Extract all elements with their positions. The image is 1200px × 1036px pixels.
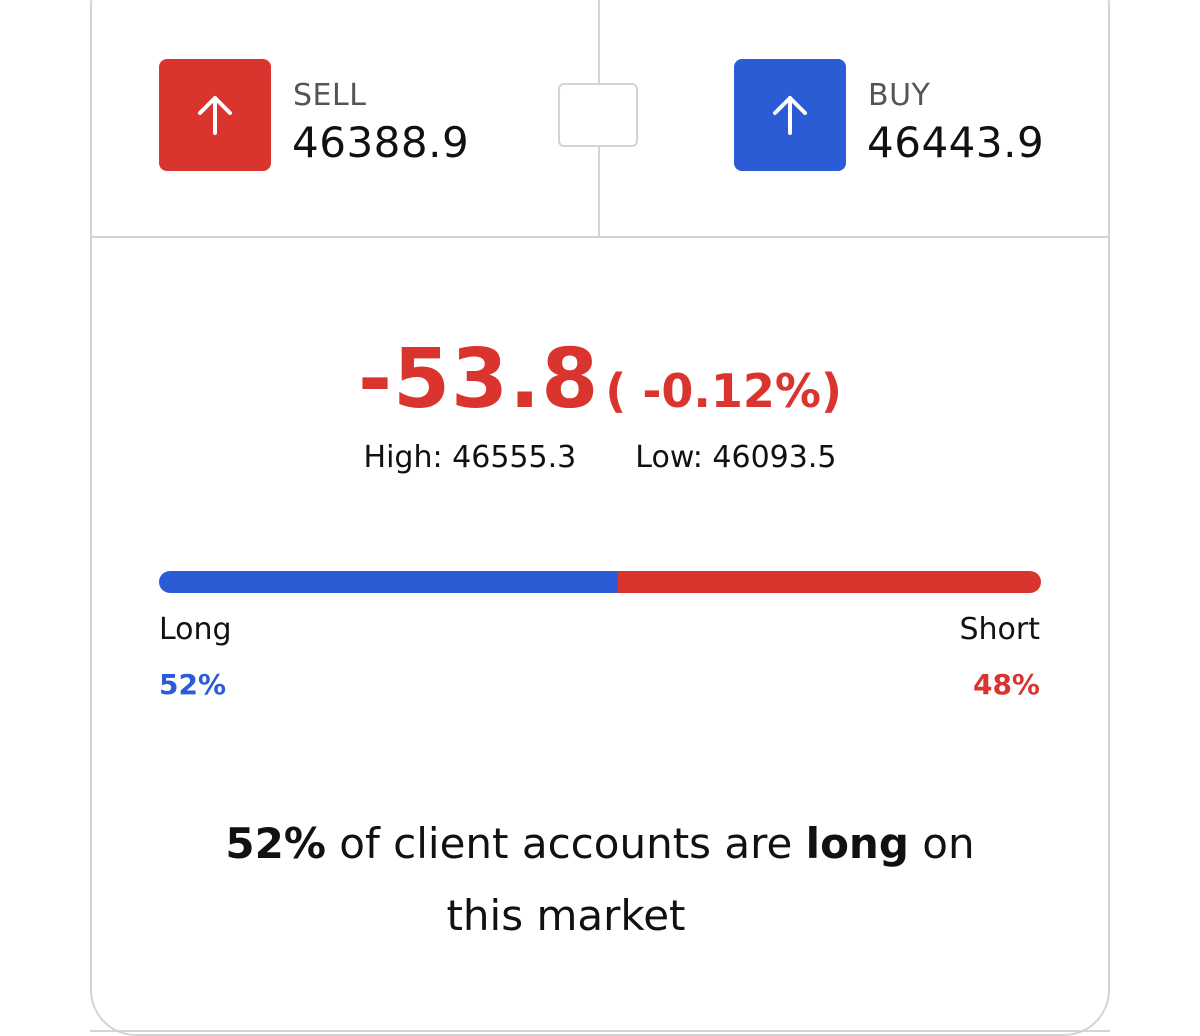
sell-price[interactable]: 46388.9 bbox=[292, 118, 469, 167]
summary-text-before: of client accounts are bbox=[325, 819, 806, 868]
sell-label: SELL bbox=[293, 78, 367, 113]
long-percent: 52% bbox=[159, 668, 227, 701]
sell-button[interactable] bbox=[159, 59, 271, 171]
summary-percent: 52% bbox=[225, 819, 326, 868]
price-divider-horizontal bbox=[90, 236, 1110, 238]
high-label: High: bbox=[363, 440, 443, 475]
sentiment-summary: 52% of client accounts are long on this … bbox=[0, 808, 1200, 952]
summary-line-1: 52% of client accounts are long on bbox=[225, 819, 974, 868]
summary-text-after: on bbox=[908, 819, 975, 868]
short-percent: 48% bbox=[972, 668, 1040, 701]
long-label: Long bbox=[159, 612, 232, 647]
arrow-up-icon bbox=[773, 96, 807, 135]
high-value: 46555.3 bbox=[452, 440, 577, 475]
sentiment-bar-short bbox=[617, 571, 1041, 593]
summary-emphasis: long bbox=[805, 819, 909, 868]
high-low-range: High: 46555.3 Low: 46093.5 bbox=[0, 440, 1200, 475]
change-percent: ( -0.12%) bbox=[605, 364, 843, 418]
summary-line-2: this market bbox=[446, 891, 686, 940]
short-label: Short bbox=[959, 612, 1040, 647]
buy-price[interactable]: 46443.9 bbox=[867, 118, 1044, 167]
price-change: -53.8( -0.12%) bbox=[0, 332, 1200, 427]
low-label: Low: bbox=[635, 440, 703, 475]
spread-box bbox=[558, 83, 638, 147]
buy-button[interactable] bbox=[734, 59, 846, 171]
change-value: -53.8 bbox=[357, 332, 600, 427]
low-value: 46093.5 bbox=[712, 440, 837, 475]
arrow-up-icon bbox=[198, 96, 232, 135]
sentiment-bar-long bbox=[159, 571, 618, 593]
sentiment-bar bbox=[159, 571, 1041, 593]
buy-label: BUY bbox=[868, 78, 931, 113]
card-bottom-divider bbox=[90, 1030, 1110, 1032]
